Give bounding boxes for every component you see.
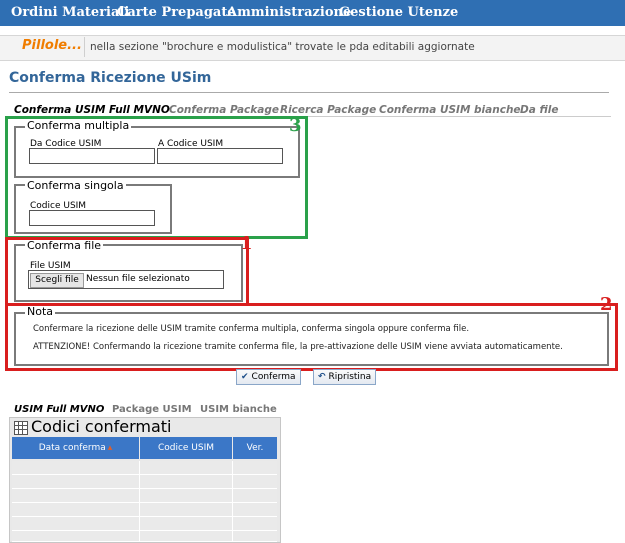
conferma-button[interactable]: ✔ Conferma [236, 369, 301, 385]
tab-conferma-package[interactable]: Conferma Package [169, 104, 279, 116]
top-navigation-bar: Ordini Materiali Carte Prepagate Amminis… [0, 0, 625, 26]
tab-conferma-usim-bianche[interactable]: Conferma USIM bianche [379, 104, 521, 116]
annotation-box-3 [5, 116, 308, 239]
conferma-button-label: Conferma [251, 372, 296, 382]
table-row [12, 517, 277, 531]
table-row [12, 531, 277, 542]
pillole-message[interactable]: nella sezione "brochure e modulistica" t… [90, 41, 475, 53]
tab-usim-full-mvno[interactable]: USIM Full MVNO [14, 404, 104, 415]
column-header-codice-usim[interactable]: Codice USIM [140, 437, 233, 459]
table-row [12, 461, 277, 475]
column-header-data-conferma[interactable]: Data conferma ▴ [12, 437, 140, 459]
table-row [12, 503, 277, 517]
annotation-box-1 [5, 237, 249, 306]
table-grid-icon [14, 421, 28, 435]
sort-icon: ▴ [107, 443, 113, 453]
page-title: Conferma Ricezione USim [9, 70, 212, 86]
nav-carte-prepagate[interactable]: Carte Prepagate [117, 5, 236, 20]
annotation-box-2 [5, 303, 618, 371]
undo-icon: ↶ [318, 372, 326, 382]
codici-confermati-title: Codici confermati [31, 417, 172, 436]
column-header-ver[interactable]: Ver. [233, 437, 278, 459]
annotation-number-1: 1 [240, 233, 253, 254]
title-divider [9, 92, 609, 93]
ripristina-button-label: Ripristina [328, 372, 372, 382]
data-conferma-header-label: Data conferma [38, 443, 106, 453]
annotation-number-3: 3 [289, 115, 302, 136]
nav-amministrazione[interactable]: Amministrazione [227, 5, 351, 20]
ticker-divider [84, 37, 85, 57]
table-row [12, 475, 277, 489]
ripristina-button[interactable]: ↶ Ripristina [313, 369, 377, 385]
table-row [12, 489, 277, 503]
check-icon: ✔ [241, 372, 249, 382]
tab-da-file[interactable]: Da file [520, 104, 558, 116]
tab-usim-bianche[interactable]: USIM bianche [200, 404, 277, 415]
tab-conferma-usim-full-mvno[interactable]: Conferma USIM Full MVNO [14, 104, 170, 116]
nav-ordini-materiali[interactable]: Ordini Materiali [11, 5, 129, 20]
nav-gestione-utenze[interactable]: Gestione Utenze [339, 5, 458, 20]
pillole-label: Pillole... [22, 38, 82, 53]
annotation-number-2: 2 [600, 294, 613, 315]
tab-package-usim[interactable]: Package USIM [112, 404, 192, 415]
